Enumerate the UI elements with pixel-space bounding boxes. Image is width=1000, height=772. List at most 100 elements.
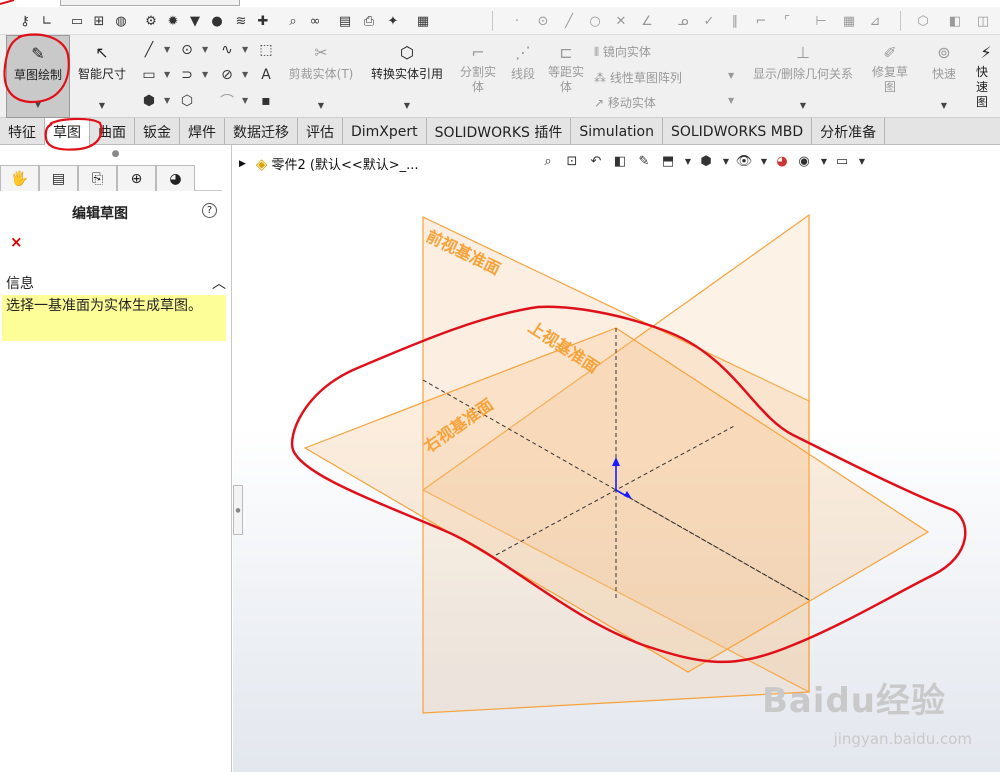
configuration-manager-tab-icon[interactable]: ⎘ [78,165,117,191]
segment-button[interactable]: ⋰ 线段 [506,35,540,118]
convert-entities-button[interactable]: ⬡ 转换实体引用 ▼ [362,35,452,118]
print-icon[interactable]: ⎙ [360,12,378,30]
dynamic-annotation-icon[interactable]: ✎ [634,151,654,171]
chevron-down-icon[interactable]: ▼ [728,96,734,105]
offset-entities-button[interactable]: ⊏ 等距实体 [544,35,588,118]
trim-entities-button[interactable]: ✂ 剪裁实体(T) ▼ [284,35,358,118]
zoom-fit-icon[interactable]: ⌕ [538,151,558,171]
display-relations-button[interactable]: ⊥ 显示/删除几何关系 ▼ [744,35,862,118]
chevron-down-icon[interactable]: ▼ [941,101,947,110]
fillet-tool-icon[interactable]: ⌒ [216,91,238,111]
dimension-icon[interactable]: ⊢ [812,12,830,30]
chevron-down-icon[interactable]: ▼ [404,101,410,110]
property-manager-tab-icon[interactable]: ▤ [39,165,78,191]
chevron-down-icon[interactable]: ▼ [814,151,834,171]
binoculars-icon[interactable]: ∞ [306,12,324,30]
tab-weldments[interactable]: 焊件 [180,118,225,145]
key-icon[interactable]: ⚷ [16,12,34,30]
chevron-down-icon[interactable]: ▼ [754,151,774,171]
grid-icon[interactable]: ▦ [840,12,858,30]
polygon-tool-icon[interactable]: ⬢ [138,91,160,111]
check-angle-icon[interactable]: ✓ [700,12,718,30]
document-tab[interactable] [60,0,240,6]
display-manager-tab-icon[interactable]: ◕ [156,165,195,191]
tab-addins[interactable]: SOLIDWORKS 插件 [427,118,572,145]
chevron-down-icon[interactable]: ▼ [800,101,806,110]
globe-icon[interactable]: ◍ [112,12,130,30]
repair-sketch-button[interactable]: ✐ 修复草图 [866,35,914,118]
tab-features[interactable]: 特征 [0,118,45,145]
measure-angle-icon[interactable]: ⊿ [866,12,884,30]
chevron-down-icon[interactable]: ▼ [202,45,208,54]
cube-icon[interactable]: ⬡ [914,12,932,30]
spline-tool-icon[interactable]: ∿ [216,40,238,60]
tab-mbd[interactable]: SOLIDWORKS MBD [663,118,813,145]
pin-icon[interactable]: ● [208,12,226,30]
smart-dimension-button[interactable]: ↖ 智能尺寸 ▼ [72,35,132,118]
tangent-icon[interactable]: ᓄ [674,12,692,30]
chevron-down-icon[interactable]: ▼ [242,96,248,105]
rectangle-tool-icon[interactable]: ▭ [138,65,160,85]
chevron-down-icon[interactable]: ▼ [678,151,698,171]
feature-manager-tab-icon[interactable]: 🖐 [0,165,39,191]
view-orientation-icon[interactable]: ⬒ [658,151,678,171]
cog-icon[interactable]: ✹ [164,12,182,30]
corner-icon[interactable]: ⌐ [752,12,770,30]
help-icon[interactable]: ? [202,203,217,218]
info-section-header[interactable]: 信息 ︿ [6,273,226,293]
tab-surfaces[interactable]: 曲面 [90,118,135,145]
point-icon[interactable]: · [508,12,526,30]
appearance-icon[interactable]: ◕ [772,151,792,171]
linear-pattern-button[interactable]: ⁂ 线性草图阵列 [594,69,682,86]
sketch-button[interactable]: ✎ 草图绘制 ▼ [6,35,70,118]
chevron-down-icon[interactable]: ▼ [716,151,736,171]
gear-icon[interactable]: ⚙ [142,12,160,30]
intersect-icon[interactable]: ✕ [612,12,630,30]
rapid-sketch-button[interactable]: ⚡ 快速图 [972,35,1000,118]
chevron-down-icon[interactable]: ▼ [35,100,41,109]
graphics-area[interactable]: 前视基准面 上视基准面 右视基准面 ▶ ◈ 零件2 (默认<<默认>_... ⌕… [233,145,1000,772]
line-tool-icon[interactable]: ╱ [138,40,160,60]
mirror-entities-button[interactable]: ⫴ 镜向实体 [594,43,651,60]
circle-target-icon[interactable]: ⊙ [534,12,552,30]
chevron-down-icon[interactable]: ▼ [202,70,208,79]
dashed-corner-icon[interactable]: ⌜ [778,12,796,30]
chevron-down-icon[interactable]: ▼ [728,71,734,80]
chevron-down-icon[interactable]: ▼ [242,70,248,79]
split-entities-button[interactable]: ⌐ 分割实体 [456,35,500,118]
point-tool-icon[interactable]: ▪ [255,91,277,111]
display-style-icon[interactable]: ⬢ [696,151,716,171]
network-icon[interactable]: ⊞ [90,12,108,30]
box-icon[interactable]: ◧ [946,12,964,30]
sketch-corner-icon[interactable]: ∟ [38,12,56,30]
search-icon[interactable]: ⌕ [284,12,302,30]
new-doc-icon[interactable]: ✦ [384,12,402,30]
frame-icon[interactable]: ◫ [974,12,992,30]
feature-tree-flyout[interactable]: ▶ ◈ 零件2 (默认<<默认>_... [239,154,419,174]
hide-show-icon[interactable]: 👁 [734,151,754,171]
chevron-down-icon[interactable]: ▼ [164,45,170,54]
tab-simulation[interactable]: Simulation [571,118,663,145]
text-tool-icon[interactable]: A [255,65,277,85]
panel-collapse-handle[interactable]: ● [233,485,243,535]
tab-data-migration[interactable]: 数据迁移 [225,118,298,145]
scene-icon[interactable]: ◉ [794,151,814,171]
expand-arrow-icon[interactable]: ▶ [239,159,246,169]
view-settings-icon[interactable]: ▭ [832,151,852,171]
tab-analysis-prep[interactable]: 分析准备 [812,118,886,145]
tab-evaluate[interactable]: 评估 [298,118,343,145]
chevron-down-icon[interactable]: ▼ [852,151,872,171]
chevron-down-icon[interactable]: ▼ [164,70,170,79]
previous-view-icon[interactable]: ↶ [586,151,606,171]
report-icon[interactable]: ▦ [414,12,432,30]
chevron-down-icon[interactable]: ▼ [164,96,170,105]
circle-icon[interactable]: ○ [586,12,604,30]
tab-sketch[interactable]: 草图 [45,118,90,145]
section-view-icon[interactable]: ◧ [610,151,630,171]
circle-tool-icon[interactable]: ⊙ [176,40,198,60]
zoom-area-icon[interactable]: ⊡ [562,151,582,171]
line-icon[interactable]: ╱ [560,12,578,30]
chevron-down-icon[interactable]: ▼ [242,45,248,54]
hexagon-tool-icon[interactable]: ⬡ [176,91,198,111]
slot-tool-icon[interactable]: ⊃ [176,65,198,85]
